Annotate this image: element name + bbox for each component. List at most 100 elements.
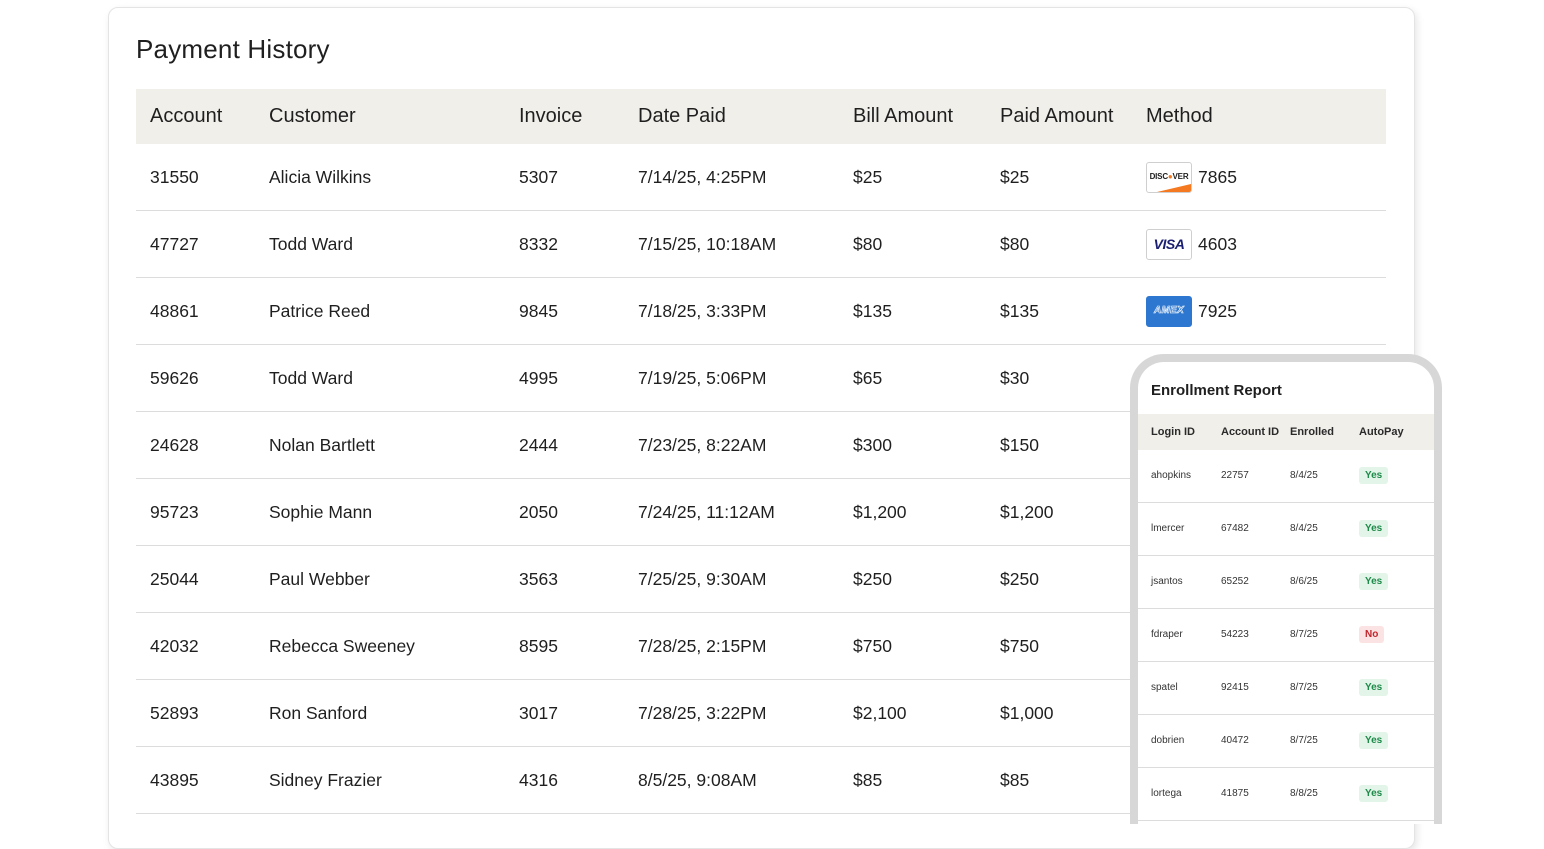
method-cell: VISA 4603 [1146, 211, 1237, 277]
autopay-badge: Yes [1359, 520, 1389, 537]
column-header-autopay[interactable]: AutoPay [1359, 414, 1404, 450]
column-header-method[interactable]: Method [1146, 89, 1213, 144]
enrolled-cell: 8/4/25 [1290, 470, 1318, 481]
autopay-badge: Yes [1359, 785, 1389, 802]
table-row[interactable]: lmercer 67482 8/4/25 Yes [1138, 503, 1434, 556]
autopay-badge: Yes [1359, 573, 1389, 590]
account-cell: 52893 [150, 703, 199, 723]
account-cell: 42032 [150, 636, 199, 656]
invoice-cell: 2050 [519, 502, 558, 522]
enrollment-table-header: Login ID Account ID Enrolled AutoPay [1138, 414, 1434, 450]
autopay-badge: Yes [1359, 679, 1389, 696]
table-row[interactable]: dobrien 40472 8/7/25 Yes [1138, 715, 1434, 768]
column-header-invoice[interactable]: Invoice [519, 89, 582, 144]
table-row[interactable]: spatel 92415 8/7/25 Yes [1138, 662, 1434, 715]
paid-amount-cell: $1,000 [1000, 703, 1054, 723]
date-paid-cell: 7/28/25, 2:15PM [638, 636, 767, 656]
table-row[interactable]: ahopkins 22757 8/4/25 Yes [1138, 450, 1434, 503]
account-id-cell: 92415 [1221, 682, 1249, 693]
customer-cell: Nolan Bartlett [269, 435, 376, 455]
method-cell: DISC●VER 7865 [1146, 144, 1237, 210]
autopay-badge: Yes [1359, 732, 1389, 749]
invoice-cell: 8332 [519, 234, 558, 254]
login-id-cell: ahopkins [1151, 470, 1192, 481]
paid-amount-cell: $150 [1000, 435, 1039, 455]
account-id-cell: 54223 [1221, 629, 1249, 640]
discover-card-icon: DISC●VER [1146, 161, 1192, 193]
login-id-cell: dobrien [1151, 735, 1185, 746]
paid-amount-cell: $1,200 [1000, 502, 1054, 522]
amex-card-icon: AMEX [1146, 295, 1192, 327]
paid-amount-cell: $135 [1000, 301, 1039, 321]
enrollment-report-title: Enrollment Report [1151, 382, 1282, 399]
paid-amount-cell: $85 [1000, 770, 1030, 790]
amex-card-icon-label: AMEX [1153, 305, 1185, 317]
bill-amount-cell: $65 [853, 368, 883, 388]
paid-amount-cell: $250 [1000, 569, 1039, 589]
account-cell: 47727 [150, 234, 199, 254]
bill-amount-cell: $250 [853, 569, 892, 589]
table-row[interactable]: jsantos 65252 8/6/25 Yes [1138, 556, 1434, 609]
account-id-cell: 22757 [1221, 470, 1249, 481]
table-row[interactable]: 47727 Todd Ward 8332 7/15/25, 10:18AM $8… [136, 211, 1386, 278]
bill-amount-cell: $1,200 [853, 502, 907, 522]
table-row[interactable]: 31550 Alicia Wilkins 5307 7/14/25, 4:25P… [136, 144, 1386, 211]
card-last4: 4603 [1198, 234, 1237, 254]
invoice-cell: 5307 [519, 167, 558, 187]
paid-amount-cell: $30 [1000, 368, 1030, 388]
date-paid-cell: 7/19/25, 5:06PM [638, 368, 767, 388]
date-paid-cell: 7/25/25, 9:30AM [638, 569, 767, 589]
payment-table-header: Account Customer Invoice Date Paid Bill … [136, 89, 1386, 144]
paid-amount-cell: $750 [1000, 636, 1039, 656]
column-header-date-paid[interactable]: Date Paid [638, 89, 726, 144]
login-id-cell: lmercer [1151, 523, 1185, 534]
customer-cell: Patrice Reed [269, 301, 371, 321]
enrolled-cell: 8/7/25 [1290, 629, 1318, 640]
column-header-enrolled[interactable]: Enrolled [1290, 414, 1334, 450]
column-header-login-id[interactable]: Login ID [1151, 414, 1195, 450]
table-row[interactable]: fdraper 54223 8/7/25 No [1138, 609, 1434, 662]
login-id-cell: lortega [1151, 788, 1182, 799]
bill-amount-cell: $80 [853, 234, 883, 254]
date-paid-cell: 7/18/25, 3:33PM [638, 301, 767, 321]
account-cell: 59626 [150, 368, 199, 388]
customer-cell: Sophie Mann [269, 502, 373, 522]
column-header-paid-amount[interactable]: Paid Amount [1000, 89, 1113, 144]
enrollment-table-body: ahopkins 22757 8/4/25 Yes lmercer 67482 … [1138, 450, 1434, 821]
login-id-cell: jsantos [1151, 576, 1183, 587]
invoice-cell: 2444 [519, 435, 558, 455]
autopay-badge: No [1359, 626, 1385, 643]
visa-card-icon: VISA [1146, 228, 1192, 260]
paid-amount-cell: $25 [1000, 167, 1030, 187]
enrollment-report-phone: Enrollment Report Login ID Account ID En… [1130, 354, 1442, 824]
column-header-bill-amount[interactable]: Bill Amount [853, 89, 953, 144]
enrolled-cell: 8/4/25 [1290, 523, 1318, 534]
column-header-customer[interactable]: Customer [269, 89, 356, 144]
table-row[interactable]: lortega 41875 8/8/25 Yes [1138, 768, 1434, 821]
bill-amount-cell: $25 [853, 167, 883, 187]
account-id-cell: 67482 [1221, 523, 1249, 534]
account-cell: 24628 [150, 435, 199, 455]
customer-cell: Todd Ward [269, 234, 353, 254]
card-last4: 7925 [1198, 301, 1237, 321]
card-last4: 7865 [1198, 167, 1237, 187]
paid-amount-cell: $80 [1000, 234, 1030, 254]
account-cell: 95723 [150, 502, 199, 522]
column-header-account[interactable]: Account [150, 89, 222, 144]
customer-cell: Sidney Frazier [269, 770, 382, 790]
account-cell: 43895 [150, 770, 199, 790]
date-paid-cell: 7/23/25, 8:22AM [638, 435, 767, 455]
table-row[interactable]: 48861 Patrice Reed 9845 7/18/25, 3:33PM … [136, 278, 1386, 345]
autopay-badge: Yes [1359, 467, 1389, 484]
bill-amount-cell: $2,100 [853, 703, 907, 723]
enrolled-cell: 8/8/25 [1290, 788, 1318, 799]
customer-cell: Alicia Wilkins [269, 167, 372, 187]
bill-amount-cell: $750 [853, 636, 892, 656]
enrolled-cell: 8/7/25 [1290, 682, 1318, 693]
account-id-cell: 40472 [1221, 735, 1249, 746]
login-id-cell: fdraper [1151, 629, 1183, 640]
column-header-account-id[interactable]: Account ID [1221, 414, 1279, 450]
enrolled-cell: 8/6/25 [1290, 576, 1318, 587]
visa-card-icon-label: VISA [1153, 236, 1185, 252]
page-title: Payment History [136, 34, 330, 64]
